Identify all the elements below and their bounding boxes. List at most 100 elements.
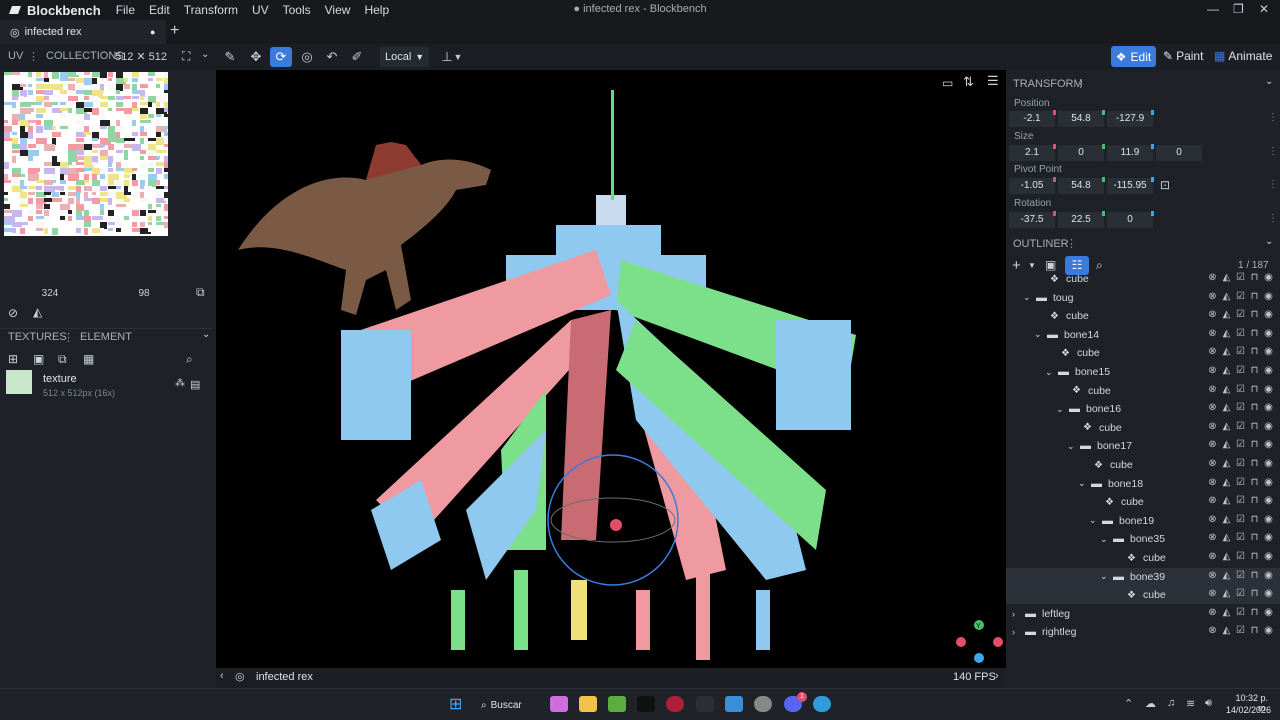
export-icon[interactable]: ☑	[1235, 514, 1246, 525]
mirror-icon[interactable]: ◭	[1221, 551, 1232, 562]
export-icon[interactable]: ☑	[1235, 570, 1246, 581]
lock-toggle-icon[interactable]: ⊓	[1249, 384, 1260, 395]
outliner-row-cube[interactable]: ❖ cube ⊗ ◭ ☑ ⊓ ◉	[1006, 586, 1280, 605]
outliner-row-bone39[interactable]: ⌄ ▬ bone39 ⊗ ◭ ☑ ⊓ ◉	[1006, 567, 1280, 586]
position-y-field[interactable]: 54.8	[1058, 110, 1105, 127]
inflate-field[interactable]: 0	[1156, 145, 1202, 161]
visibility-icon[interactable]: ◉	[1263, 384, 1274, 395]
move-tool-icon[interactable]: ✥	[245, 47, 267, 67]
lock-toggle-icon[interactable]: ⊓	[1249, 309, 1260, 320]
lock-icon[interactable]: ⊗	[1207, 625, 1218, 636]
lock-icon[interactable]: ⊗	[1207, 421, 1218, 432]
lock-toggle-icon[interactable]: ⊓	[1249, 625, 1260, 636]
lock-icon[interactable]: ⊗	[1207, 458, 1218, 469]
chevron-down-icon[interactable]: ⌄	[1045, 367, 1053, 378]
chevron-down-icon[interactable]: ▼	[452, 47, 464, 67]
outliner-row-toug[interactable]: ⌄ ▬ toug ⊗ ◭ ☑ ⊓ ◉	[1006, 289, 1280, 307]
mirror-icon[interactable]: ◭	[1221, 291, 1232, 302]
position-z-field[interactable]: -127.9	[1107, 110, 1154, 127]
chevron-down-icon[interactable]: ⌄	[1067, 441, 1075, 452]
mirror-icon[interactable]: ◭	[1221, 272, 1232, 283]
chevron-down-icon[interactable]: ⌄	[1100, 571, 1108, 582]
menu-edit[interactable]: Edit	[142, 3, 177, 17]
lock-icon[interactable]: ⊗	[1207, 328, 1218, 339]
outliner-row-cube[interactable]: ❖ cube ⊗ ◭ ☑ ⊓ ◉	[1006, 382, 1280, 400]
lock-toggle-icon[interactable]: ⊓	[1249, 291, 1260, 302]
visibility-icon[interactable]: ◉	[1263, 421, 1274, 432]
export-icon[interactable]: ☑	[1235, 384, 1246, 395]
chevron-down-icon[interactable]: ⌄	[201, 49, 209, 60]
lock-toggle-icon[interactable]: ⊓	[1249, 346, 1260, 357]
maximize-icon[interactable]: ❐	[1233, 2, 1244, 16]
mirror-icon[interactable]: ◭	[1221, 309, 1232, 320]
chevron-down-icon[interactable]: ⌄	[1265, 76, 1273, 87]
pivot-z-field[interactable]: -115.95	[1107, 177, 1154, 194]
size-menu-icon[interactable]: ⋮	[1268, 146, 1278, 157]
position-menu-icon[interactable]: ⋮	[1268, 112, 1278, 123]
windows-start-icon[interactable]: ⊞	[449, 694, 462, 714]
visibility-icon[interactable]: ◉	[1263, 272, 1274, 283]
chevron-down-icon[interactable]: ⌄	[1034, 329, 1042, 340]
lock-toggle-icon[interactable]: ⊓	[1249, 477, 1260, 488]
lock-toggle-icon[interactable]: ⊓	[1249, 570, 1260, 581]
export-icon[interactable]: ☑	[1235, 551, 1246, 562]
brush-icon[interactable]: ✐	[346, 47, 368, 67]
outliner-row-bone17[interactable]: ⌄ ▬ bone17 ⊗ ◭ ☑ ⊓ ◉	[1006, 437, 1280, 455]
mirror-icon[interactable]: ◭	[1221, 570, 1232, 581]
outliner-row-cube[interactable]: ❖ cube ⊗ ◭ ☑ ⊓ ◉	[1006, 456, 1280, 474]
center-pivot-icon[interactable]: ⊡	[1160, 178, 1170, 192]
chevron-down-icon[interactable]: ▼	[1028, 261, 1036, 270]
visibility-icon[interactable]: ◉	[1263, 365, 1274, 376]
lock-icon[interactable]: ⊗	[1207, 532, 1218, 543]
outliner-row-leftleg[interactable]: › ▬ leftleg ⊗ ◭ ☑ ⊓ ◉	[1006, 605, 1280, 623]
outliner-row-bone35[interactable]: ⌄ ▬ bone35 ⊗ ◭ ☑ ⊓ ◉	[1006, 530, 1280, 548]
mirror-icon[interactable]: ◭	[1221, 384, 1232, 395]
lock-icon[interactable]: ⊗	[1207, 514, 1218, 525]
chevron-down-icon[interactable]: ⌄	[1078, 478, 1086, 489]
wifi-icon[interactable]: ≋	[1186, 697, 1195, 710]
visibility-icon[interactable]: ◉	[1263, 477, 1274, 488]
chevron-up-icon[interactable]: ⌃	[1124, 697, 1133, 710]
lock-icon[interactable]: ⊗	[1207, 309, 1218, 320]
lock-icon[interactable]: ⊗	[1207, 495, 1218, 506]
lock-toggle-icon[interactable]: ⊓	[1249, 402, 1260, 413]
uv-texture-preview[interactable]	[4, 72, 168, 236]
lock-icon[interactable]: ⊗	[1207, 551, 1218, 562]
mirror-icon[interactable]: ◭	[1221, 495, 1232, 506]
mirror-icon[interactable]: ◭	[1221, 458, 1232, 469]
lock-icon[interactable]: ⊗	[1207, 402, 1218, 413]
visibility-icon[interactable]: ◉	[1263, 551, 1274, 562]
vertex-snap-icon[interactable]: ✎	[219, 47, 241, 67]
copilot-icon[interactable]	[550, 696, 568, 712]
mirror-icon[interactable]: ◭	[1221, 514, 1232, 525]
visibility-icon[interactable]: ◉	[1263, 514, 1274, 525]
rotation-menu-icon[interactable]: ⋮	[1268, 213, 1278, 224]
menu-uv[interactable]: UV	[245, 3, 276, 17]
size-z-field[interactable]: 11.9	[1107, 144, 1154, 161]
uv-u-field[interactable]: 324	[4, 286, 96, 302]
outliner-row-cube[interactable]: ❖ cube ⊗ ◭ ☑ ⊓ ◉	[1006, 419, 1280, 437]
outliner-row-bone14[interactable]: ⌄ ▬ bone14 ⊗ ◭ ☑ ⊓ ◉	[1006, 326, 1280, 344]
export-icon[interactable]: ☑	[1235, 607, 1246, 618]
rotation-x-field[interactable]: -37.5	[1009, 211, 1056, 228]
mirror-icon[interactable]: ◭	[1221, 532, 1232, 543]
mirror-icon[interactable]: ◭	[33, 305, 42, 319]
outliner-row-cube[interactable]: ❖ cube ⊗ ◭ ☑ ⊓ ◉	[1006, 549, 1280, 567]
chevron-down-icon[interactable]: ⌄	[1100, 534, 1108, 545]
mode-paint-button[interactable]: ✎ Paint	[1163, 49, 1203, 63]
lock-icon[interactable]: ⊗	[1207, 570, 1218, 581]
link-icon[interactable]: ⊘	[8, 306, 18, 320]
position-x-field[interactable]: -2.1	[1009, 110, 1056, 127]
chevron-down-icon[interactable]: ⌄	[1023, 292, 1031, 303]
uv-v-field[interactable]: 98	[98, 286, 190, 302]
lock-toggle-icon[interactable]: ⊓	[1249, 607, 1260, 618]
export-icon[interactable]: ☑	[1235, 532, 1246, 543]
uv-menu-icon[interactable]: ⋮	[28, 50, 39, 63]
outliner-row-bone18[interactable]: ⌄ ▬ bone18 ⊗ ◭ ☑ ⊓ ◉	[1006, 475, 1280, 493]
file-explorer-icon[interactable]	[579, 696, 597, 712]
menu-help[interactable]: Help	[357, 3, 396, 17]
minimize-icon[interactable]: —	[1207, 2, 1219, 16]
lock-toggle-icon[interactable]: ⊓	[1249, 514, 1260, 525]
outliner-row-cube[interactable]: ❖ cube ⊗ ◭ ☑ ⊓ ◉	[1006, 270, 1280, 288]
chevron-right-icon[interactable]: ›	[1012, 609, 1015, 619]
